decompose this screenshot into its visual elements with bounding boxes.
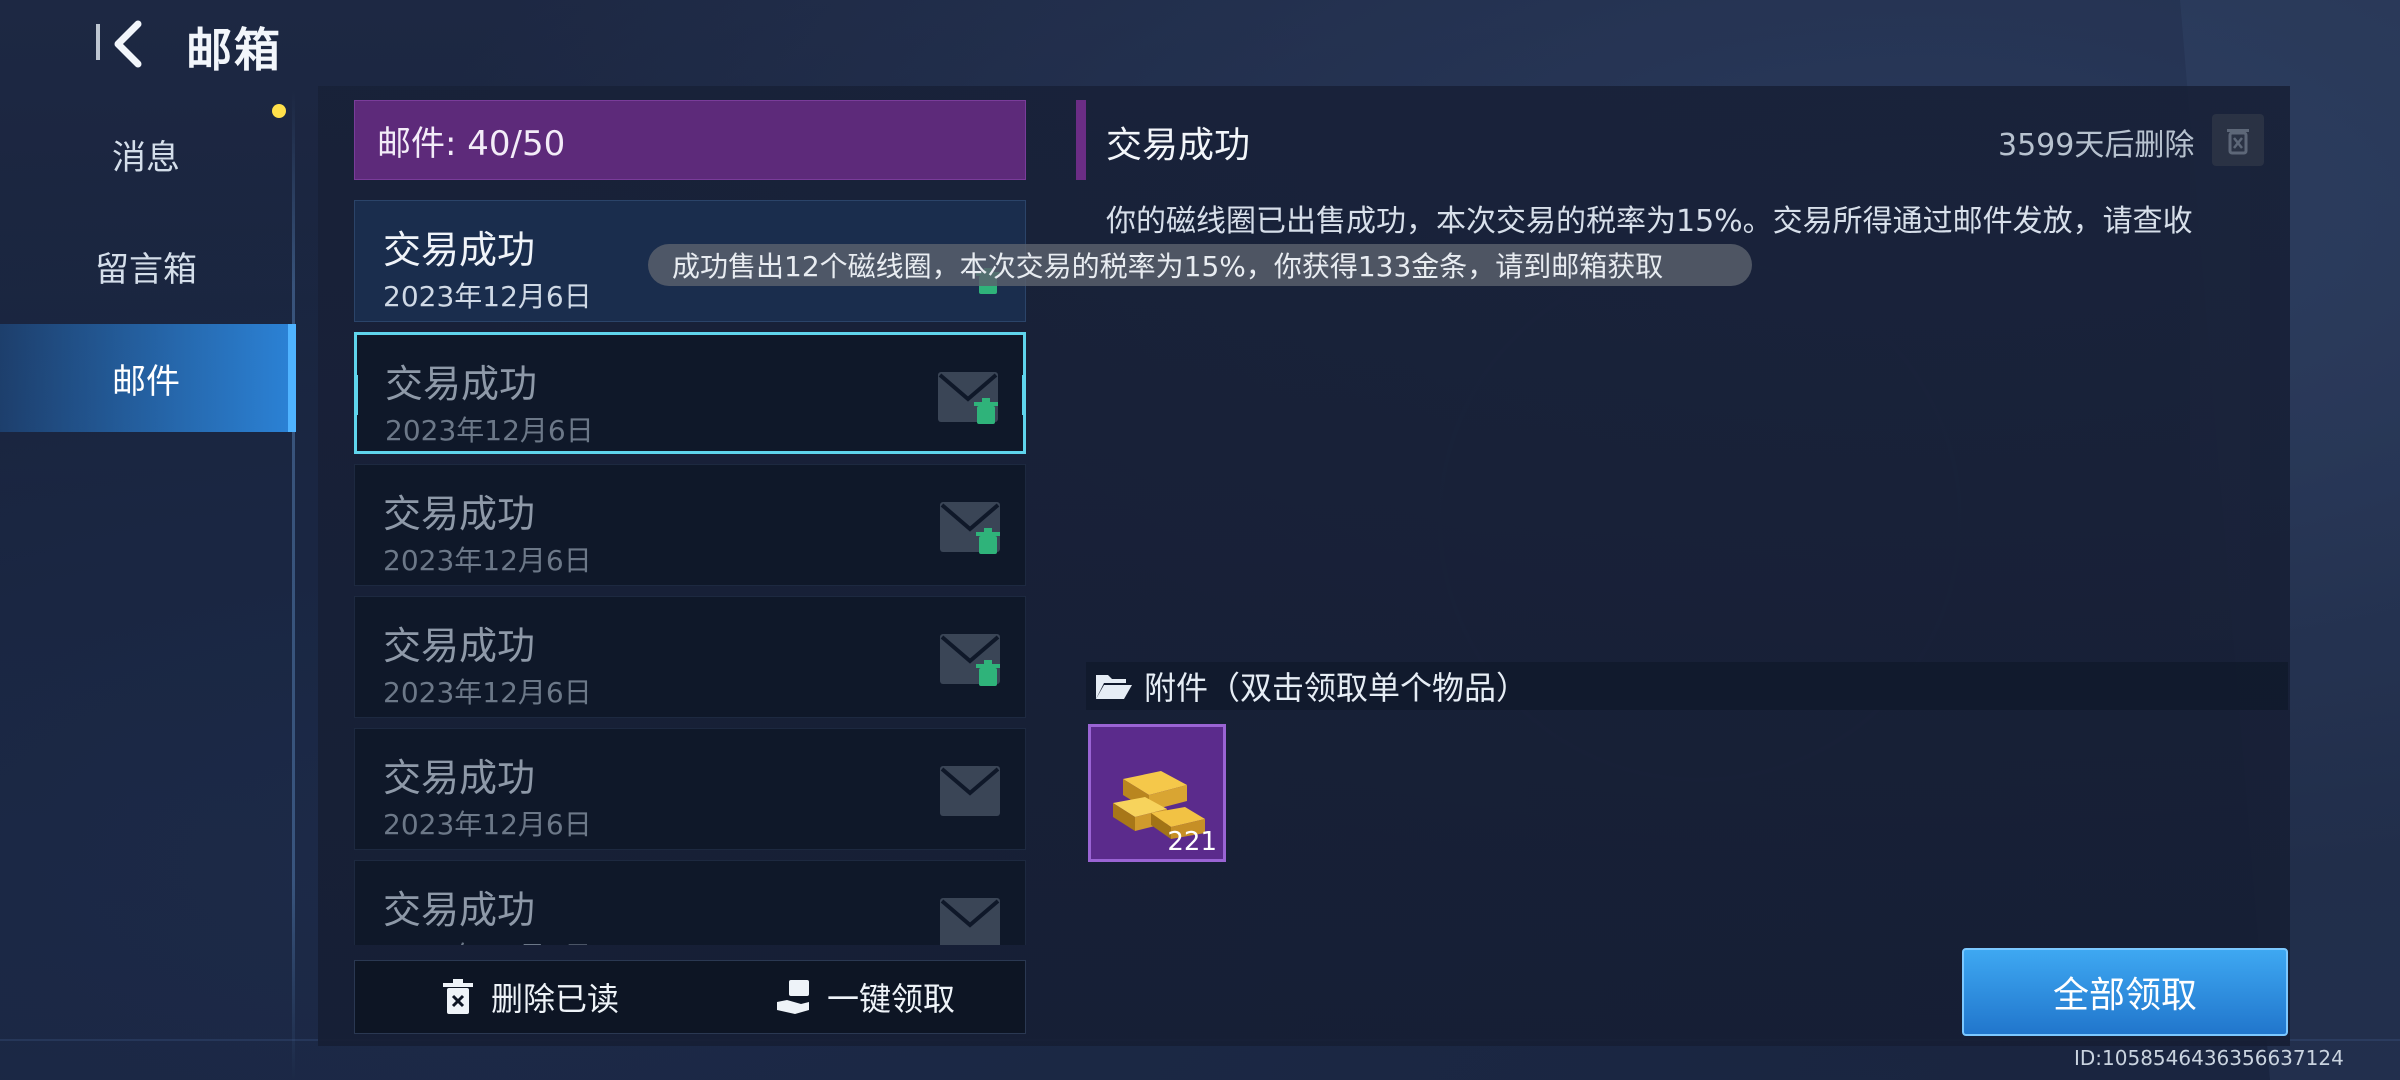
trash-icon	[2227, 129, 2249, 155]
detail-accent-bar	[1076, 100, 1086, 180]
envelope-icon	[939, 765, 1001, 817]
mail-list-item[interactable]: 交易成功 2023年12月6日	[354, 860, 1026, 945]
mail-detail-body: 你的磁线圈已出售成功，本次交易的税率为15%。交易所得通过邮件发放，请查收	[1106, 204, 2193, 239]
delete-icon	[973, 659, 1003, 689]
mail-subject: 交易成功	[385, 362, 538, 406]
mail-subject: 交易成功	[383, 492, 536, 536]
sidebar-item-guestbook[interactable]: 留言箱	[0, 212, 292, 320]
delete-read-button[interactable]: 删除已读	[439, 961, 619, 1033]
delete-mail-button[interactable]	[2212, 114, 2264, 166]
attachments-header-label: 附件（双击领取单个物品）	[1144, 669, 1529, 707]
top-header: 邮箱	[0, 0, 600, 90]
trash-icon	[443, 979, 473, 1014]
sidebar-item-mail[interactable]: 邮件	[0, 324, 296, 432]
sidebar-item-label: 留言箱	[95, 249, 197, 290]
mail-date: 2023年12月6日	[383, 935, 592, 945]
mail-list[interactable]: 交易成功 2023年12月6日 交易成功 2023年12月6日 交易成功 202…	[354, 200, 1026, 945]
claim-all-button[interactable]: 全部领取	[1962, 948, 2288, 1036]
mail-count-bar: 邮件: 40/50	[354, 100, 1026, 180]
claim-one-click-button[interactable]: 一键领取	[775, 961, 955, 1033]
hand-receive-icon	[777, 980, 809, 1014]
delete-icon	[973, 527, 1003, 557]
claim-one-click-label: 一键领取	[827, 980, 956, 1018]
sidebar-item-messages[interactable]: 消息	[0, 100, 292, 208]
attachments-header: 附件（双击领取单个物品）	[1086, 662, 2288, 710]
claim-all-label: 全部领取	[2052, 975, 2197, 1016]
user-id: ID:1058546436356637124	[2074, 1046, 2344, 1070]
mail-list-item[interactable]: 交易成功 2023年12月6日	[354, 464, 1026, 586]
mail-list-item[interactable]: 交易成功 2023年12月6日	[354, 728, 1026, 850]
folder-open-icon	[1096, 675, 1132, 699]
envelope-icon	[939, 897, 1001, 945]
mail-detail-title: 交易成功	[1106, 125, 1251, 166]
mail-date: 2023年12月6日	[383, 280, 592, 313]
sidebar-divider	[292, 90, 295, 1080]
delete-read-label: 删除已读	[491, 980, 620, 1018]
mail-date: 2023年12月6日	[383, 808, 592, 841]
back-arrow-icon	[114, 20, 142, 68]
selection-bracket-left	[354, 375, 358, 415]
sidebar-item-label: 消息	[112, 137, 180, 178]
mail-list-item[interactable]: 交易成功 2023年12月6日	[354, 332, 1026, 454]
page-title: 邮箱	[186, 23, 282, 77]
mail-list-actions: 删除已读 一键领取	[354, 960, 1026, 1034]
mail-subject: 交易成功	[383, 624, 536, 668]
mail-subject: 交易成功	[383, 756, 536, 800]
mail-date: 2023年12月6日	[383, 676, 592, 709]
gold-bars-icon	[1113, 771, 1205, 839]
attachment-item[interactable]: 221	[1088, 724, 1226, 862]
attachment-quantity: 221	[1167, 827, 1217, 857]
expire-countdown: 3599天后删除	[1998, 128, 2195, 163]
back-button[interactable]	[100, 14, 160, 74]
mail-subject: 交易成功	[383, 228, 536, 272]
mail-list-item[interactable]: 交易成功 2023年12月6日	[354, 596, 1026, 718]
mail-date: 2023年12月6日	[383, 544, 592, 577]
selection-bracket-right	[1022, 375, 1026, 415]
mail-preview-tooltip: 成功售出12个磁线圈，本次交易的税率为15%，你获得133金条，请到邮箱获取	[648, 244, 1752, 286]
delete-icon	[971, 397, 1001, 427]
mail-count: 邮件: 40/50	[377, 123, 566, 164]
mail-date: 2023年12月6日	[385, 414, 594, 447]
mail-subject: 交易成功	[383, 888, 536, 932]
sidebar-item-label: 邮件	[112, 361, 180, 402]
